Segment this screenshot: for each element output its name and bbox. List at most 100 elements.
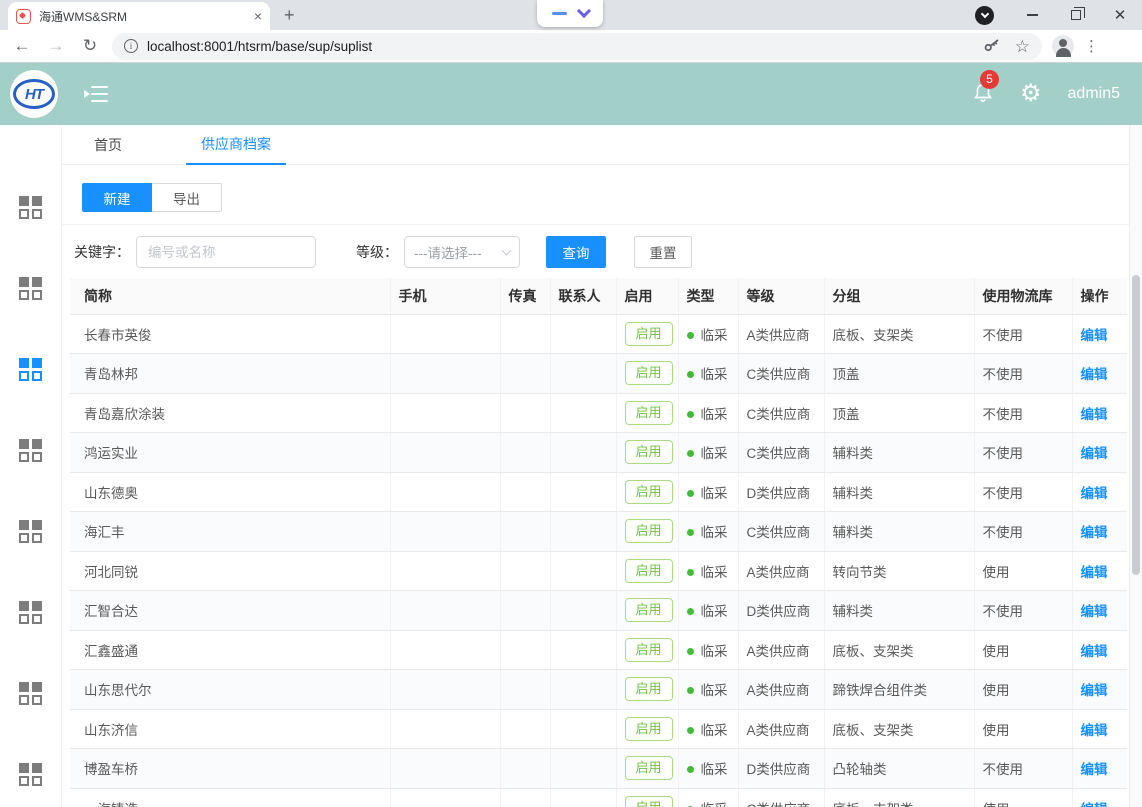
keyword-input[interactable]: [136, 236, 316, 268]
minimize-button[interactable]: [1010, 0, 1054, 30]
edit-link[interactable]: 编辑: [1081, 328, 1108, 343]
type-cell: 临采: [678, 591, 738, 631]
contact-cell: [550, 551, 616, 591]
browser-menu-icon[interactable]: ⋮: [1084, 37, 1099, 55]
edit-link[interactable]: 编辑: [1081, 762, 1108, 777]
menu-fold-icon[interactable]: [84, 85, 108, 103]
status-dot-icon: [687, 569, 694, 576]
reset-button[interactable]: 重置: [634, 236, 692, 268]
contact-cell: [550, 709, 616, 749]
settings-gear-icon[interactable]: ⚙: [1020, 82, 1042, 106]
supplier-name: 汇智合达: [70, 591, 390, 631]
type-cell: 临采: [678, 709, 738, 749]
supplier-name: 长春市英俊: [70, 314, 390, 354]
mobile-cell: [390, 433, 500, 473]
enabled-badge: 启用: [625, 677, 673, 701]
mobile-cell: [390, 551, 500, 591]
site-info-icon[interactable]: i: [124, 39, 138, 53]
edit-link[interactable]: 编辑: [1081, 525, 1108, 540]
edit-link[interactable]: 编辑: [1081, 565, 1108, 580]
edit-link[interactable]: 编辑: [1081, 802, 1108, 807]
sidebar-item-3-grid-icon[interactable]: [19, 358, 43, 382]
enabled-badge: 启用: [625, 519, 673, 543]
tab-close-icon[interactable]: ×: [254, 8, 262, 24]
sidebar-item-1-grid-icon[interactable]: [19, 196, 43, 220]
edit-link[interactable]: 编辑: [1081, 604, 1108, 619]
status-dot-icon: [687, 529, 694, 536]
sidebar-item-5-grid-icon[interactable]: [19, 520, 43, 544]
contact-cell: [550, 591, 616, 631]
sidebar-item-8-grid-icon[interactable]: [19, 763, 43, 787]
tab-home[interactable]: 首页: [92, 125, 124, 165]
new-tab-button[interactable]: +: [284, 5, 295, 26]
sidebar-item-7-grid-icon[interactable]: [19, 682, 43, 706]
mobile-cell: [390, 749, 500, 789]
edit-link[interactable]: 编辑: [1081, 446, 1108, 461]
level-cell: A类供应商: [738, 630, 824, 670]
group-cell: 辅料类: [824, 433, 974, 473]
page-tab-strip: 首页 供应商档案: [62, 125, 1142, 165]
supplier-name: 汇鑫盛通: [70, 630, 390, 670]
fax-cell: [500, 314, 550, 354]
supplier-name: 海汇丰: [70, 512, 390, 552]
profile-avatar[interactable]: [1052, 35, 1074, 57]
url-text[interactable]: localhost:8001/htsrm/base/sup/suplist: [147, 39, 974, 54]
password-key-icon[interactable]: [983, 37, 1001, 55]
back-icon[interactable]: ←: [10, 36, 34, 56]
status-dot-icon: [687, 490, 694, 497]
browser-tab[interactable]: 海通WMS&SRM ×: [8, 2, 270, 30]
enabled-badge: 启用: [625, 598, 673, 622]
bookmark-star-icon[interactable]: ☆: [1015, 38, 1030, 55]
edit-link[interactable]: 编辑: [1081, 407, 1108, 422]
edit-link[interactable]: 编辑: [1081, 486, 1108, 501]
sidebar-item-2-grid-icon[interactable]: [19, 277, 43, 301]
column-header: 传真: [500, 278, 550, 314]
edit-link[interactable]: 编辑: [1081, 367, 1108, 382]
level-select[interactable]: ---请选择---: [404, 236, 520, 268]
new-button[interactable]: 新建: [82, 183, 152, 212]
query-button[interactable]: 查询: [546, 236, 606, 268]
notification-badge: 5: [980, 70, 999, 89]
forward-icon[interactable]: →: [44, 36, 68, 56]
level-label: 等级：: [356, 242, 398, 262]
recorder-widget[interactable]: [537, 0, 603, 27]
type-cell: 临采: [678, 314, 738, 354]
table-row: 汇鑫盛通启用临采A类供应商底板、支架类使用编辑: [70, 630, 1127, 670]
notification-bell[interactable]: 5: [972, 80, 994, 109]
username[interactable]: admin5: [1068, 85, 1120, 103]
restore-button[interactable]: [1054, 0, 1098, 30]
edit-link[interactable]: 编辑: [1081, 683, 1108, 698]
app-logo[interactable]: HT: [10, 70, 58, 118]
fax-cell: [500, 749, 550, 789]
mobile-cell: [390, 314, 500, 354]
enabled-badge: 启用: [625, 796, 673, 807]
reload-icon[interactable]: ↻: [78, 36, 102, 56]
page-scrollbar[interactable]: [1129, 125, 1142, 807]
enabled-badge: 启用: [625, 401, 673, 425]
edit-link[interactable]: 编辑: [1081, 644, 1108, 659]
url-omnibox[interactable]: i localhost:8001/htsrm/base/sup/suplist …: [112, 33, 1042, 60]
sidebar-item-4-grid-icon[interactable]: [19, 439, 43, 463]
scrollbar-thumb[interactable]: [1132, 275, 1140, 575]
group-cell: 蹄铁焊合组件类: [824, 670, 974, 710]
edit-link[interactable]: 编辑: [1081, 723, 1108, 738]
favicon-icon: [16, 9, 31, 24]
status-dot-icon: [687, 727, 694, 734]
type-cell: 临采: [678, 630, 738, 670]
recorder-pause-icon[interactable]: [552, 12, 567, 15]
tab-supplier-archive[interactable]: 供应商档案: [186, 125, 286, 165]
sidebar-item-6-grid-icon[interactable]: [19, 601, 43, 625]
column-header: 分组: [824, 278, 974, 314]
level-select-value: ---请选择---: [414, 242, 481, 262]
fax-cell: [500, 393, 550, 433]
table-row: 海汇丰启用临采C类供应商辅料类不使用编辑: [70, 512, 1127, 552]
table-row: 青岛林邦启用临采C类供应商顶盖不使用编辑: [70, 354, 1127, 394]
keyword-label: 关键字：: [74, 242, 130, 262]
close-button[interactable]: ✕: [1098, 0, 1142, 30]
export-button[interactable]: 导出: [152, 183, 222, 212]
status-dot-icon: [687, 766, 694, 773]
table-body: 长春市英俊启用临采A类供应商底板、支架类不使用编辑青岛林邦启用临采C类供应商顶盖…: [70, 314, 1127, 807]
media-control-icon[interactable]: [975, 6, 994, 25]
chevron-down-icon[interactable]: [576, 4, 590, 18]
group-cell: 底板、支架类: [824, 314, 974, 354]
